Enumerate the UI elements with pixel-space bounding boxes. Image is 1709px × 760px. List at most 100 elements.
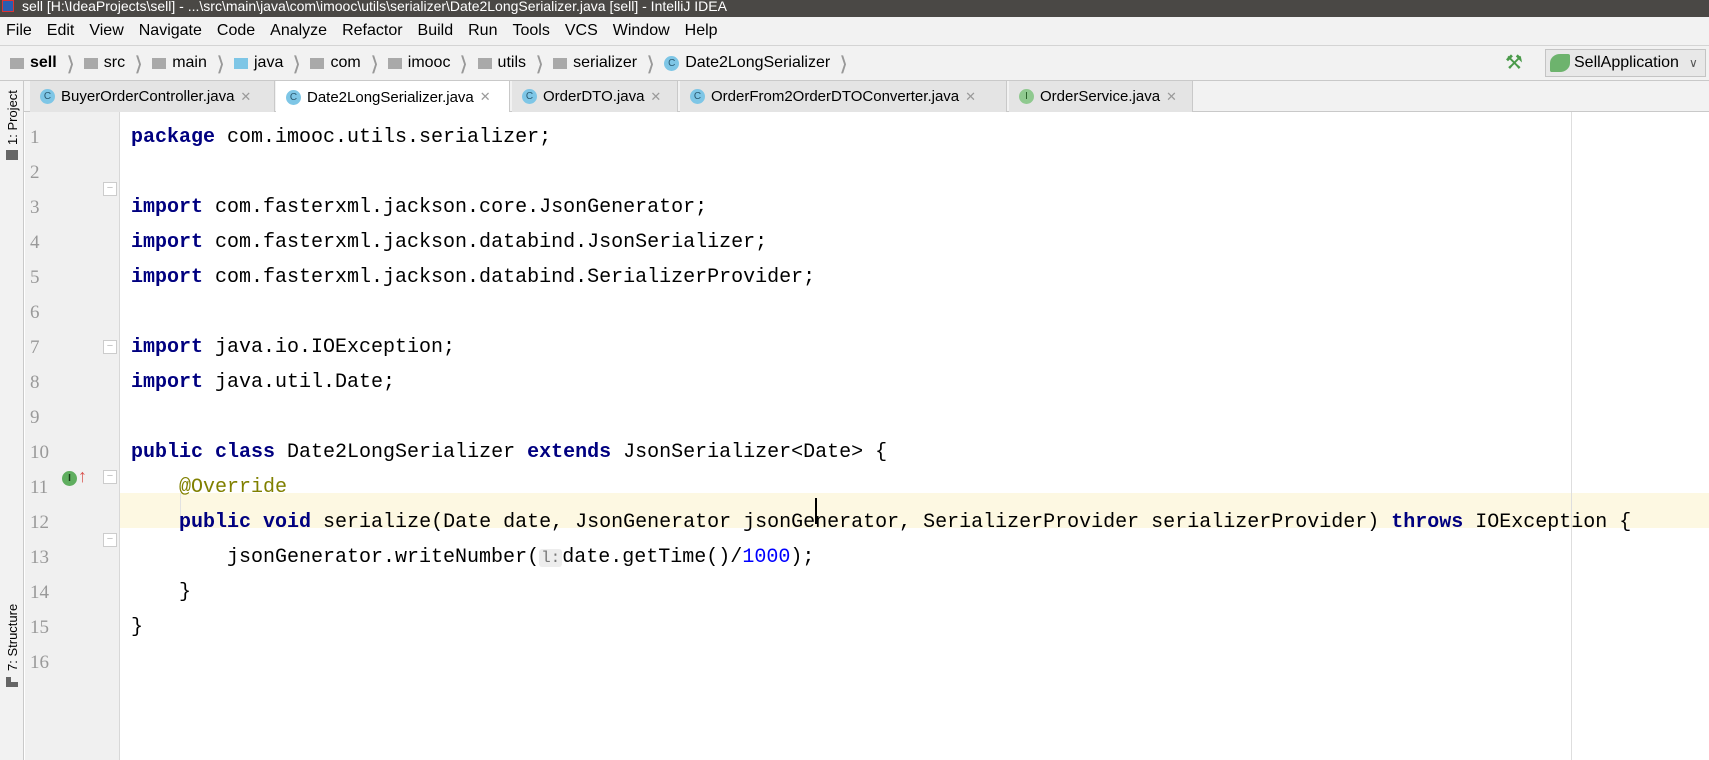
menu-vcs[interactable]: VCS (565, 22, 598, 40)
tab-orderservice[interactable]: I OrderService.java ✕ (1009, 81, 1193, 112)
breadcrumb-item[interactable]: serializer ❯ (553, 53, 664, 74)
breadcrumb-item[interactable]: utils ❯ (477, 53, 554, 74)
folder-icon (6, 150, 18, 160)
spring-boot-icon (1550, 54, 1570, 72)
close-icon[interactable]: ✕ (480, 89, 491, 105)
package-icon (310, 57, 325, 69)
chevron-right-icon: ❯ (646, 52, 655, 73)
menu-window[interactable]: Window (613, 22, 670, 40)
line-number: 5 (30, 267, 40, 288)
fold-toggle[interactable]: − (103, 182, 117, 196)
code-line: @Override (131, 470, 287, 505)
breadcrumb-label: imooc (407, 54, 451, 71)
tab-buyerordercontroller[interactable]: C BuyerOrderController.java ✕ (30, 81, 275, 112)
tab-orderdto[interactable]: C OrderDTO.java ✕ (512, 81, 678, 112)
class-icon: C (690, 89, 705, 104)
code-token: import (131, 231, 204, 254)
code-line: public class Date2LongSerializer extends… (131, 435, 887, 470)
code-line: import com.fasterxml.jackson.core.JsonGe… (131, 190, 707, 225)
run-configuration-dropdown[interactable]: SellApplication ∨ (1545, 49, 1706, 77)
code-token: } (131, 616, 144, 639)
class-icon: C (522, 89, 537, 104)
code-line: jsonGenerator.writeNumber(l: date.getTime… (131, 540, 814, 575)
code-line: import com.fasterxml.jackson.databind.Se… (131, 260, 815, 295)
breadcrumb-label: java (253, 54, 284, 71)
code-token: jsonGenerator.writeNumber( (131, 546, 540, 569)
line-number: 1 (30, 127, 40, 148)
menu-code[interactable]: Code (217, 22, 255, 40)
menu-help[interactable]: Help (685, 22, 718, 40)
override-arrow-icon[interactable]: ↑ (78, 466, 87, 487)
package-icon (553, 57, 568, 69)
code-token: import (131, 266, 204, 289)
implements-method-icon[interactable]: I (62, 471, 77, 486)
build-hammer-icon[interactable]: ⚒ (1505, 50, 1527, 74)
line-number: 14 (30, 582, 49, 603)
menu-refactor[interactable]: Refactor (342, 22, 402, 40)
code-token: Date2LongSerializer (275, 441, 528, 464)
breadcrumb-label: serializer (573, 54, 638, 71)
structure-tool-button[interactable]: 7: Structure (5, 604, 20, 671)
line-number: 15 (30, 617, 49, 638)
fold-toggle[interactable]: − (103, 533, 117, 547)
breadcrumb-item[interactable]: src ❯ (83, 53, 152, 74)
code-token: com.fasterxml.jackson.core.JsonGenerator… (203, 196, 708, 219)
tab-label: OrderFrom2OrderDTOConverter.java (711, 88, 960, 105)
line-number: 2 (30, 162, 40, 183)
code-line: public void serialize(Date date, JsonGen… (131, 505, 1631, 540)
package-icon (477, 57, 492, 69)
breadcrumb-label: sell (30, 54, 57, 71)
chevron-right-icon: ❯ (216, 52, 225, 73)
breadcrumb-item[interactable]: sell ❯ (10, 53, 84, 74)
code-token: throws (1391, 511, 1464, 534)
close-icon[interactable]: ✕ (1166, 89, 1177, 105)
code-token: import (131, 336, 204, 359)
project-tool-button[interactable]: 1: Project (5, 90, 20, 145)
code-token: com.imooc.utils.serializer; (215, 126, 552, 149)
fold-toggle[interactable]: − (103, 470, 117, 484)
line-number: 4 (30, 232, 40, 253)
breadcrumb-item[interactable]: imooc ❯ (387, 53, 478, 74)
menu-run[interactable]: Run (468, 22, 497, 40)
code-token: ); (790, 546, 815, 569)
code-token: package (131, 126, 216, 149)
chevron-right-icon: ❯ (66, 52, 75, 73)
tab-label: OrderDTO.java (543, 88, 645, 105)
breadcrumb-item[interactable]: C Date2LongSerializer ❯ (664, 53, 857, 74)
code-token: @Override (179, 476, 288, 499)
breadcrumb-item[interactable]: main ❯ (152, 53, 234, 74)
menu-edit[interactable]: Edit (47, 22, 75, 40)
breadcrumb-label: Date2LongSerializer (685, 54, 831, 71)
close-icon[interactable]: ✕ (965, 89, 976, 105)
menu-tools[interactable]: Tools (512, 22, 549, 40)
fold-toggle[interactable]: − (103, 340, 117, 354)
tab-date2longserializer[interactable]: C Date2LongSerializer.java ✕ (276, 81, 510, 113)
code-token: public void (179, 511, 312, 534)
line-number: 3 (30, 197, 40, 218)
code-token: com.fasterxml.jackson.databind.JsonSeria… (203, 231, 768, 254)
close-icon[interactable]: ✕ (240, 89, 251, 105)
code-token: serialize(Date date, JsonGenerator jsonG… (311, 511, 1392, 534)
menu-bar: File Edit View Navigate Code Analyze Refactor B… (0, 17, 1709, 46)
class-icon: C (40, 89, 55, 104)
menu-analyze[interactable]: Analyze (270, 22, 327, 40)
text-caret (815, 498, 817, 524)
code-token: JsonSerializer<Date> { (611, 441, 888, 464)
chevron-right-icon: ❯ (293, 52, 301, 73)
tab-orderfrom2orderdtoconverter[interactable]: C OrderFrom2OrderDTOConverter.java ✕ (680, 81, 1007, 112)
menu-view[interactable]: View (89, 22, 123, 40)
intellij-logo-icon (2, 0, 14, 12)
menu-file[interactable]: File (6, 22, 32, 40)
class-icon: C (664, 55, 680, 71)
menu-navigate[interactable]: Navigate (139, 22, 202, 40)
breadcrumb: sell ❯ src ❯ main ❯ java ❯ com ❯ imooc ❯ utils ❯ seria… (0, 46, 1709, 81)
close-icon[interactable]: ✕ (650, 89, 661, 105)
breadcrumb-item[interactable]: com ❯ (310, 53, 387, 74)
line-number: 16 (30, 652, 49, 673)
code-line: import java.io.IOException; (131, 330, 455, 365)
line-number: 7 (30, 337, 40, 358)
menu-build[interactable]: Build (418, 22, 454, 40)
breadcrumb-item[interactable]: java ❯ (233, 52, 310, 74)
